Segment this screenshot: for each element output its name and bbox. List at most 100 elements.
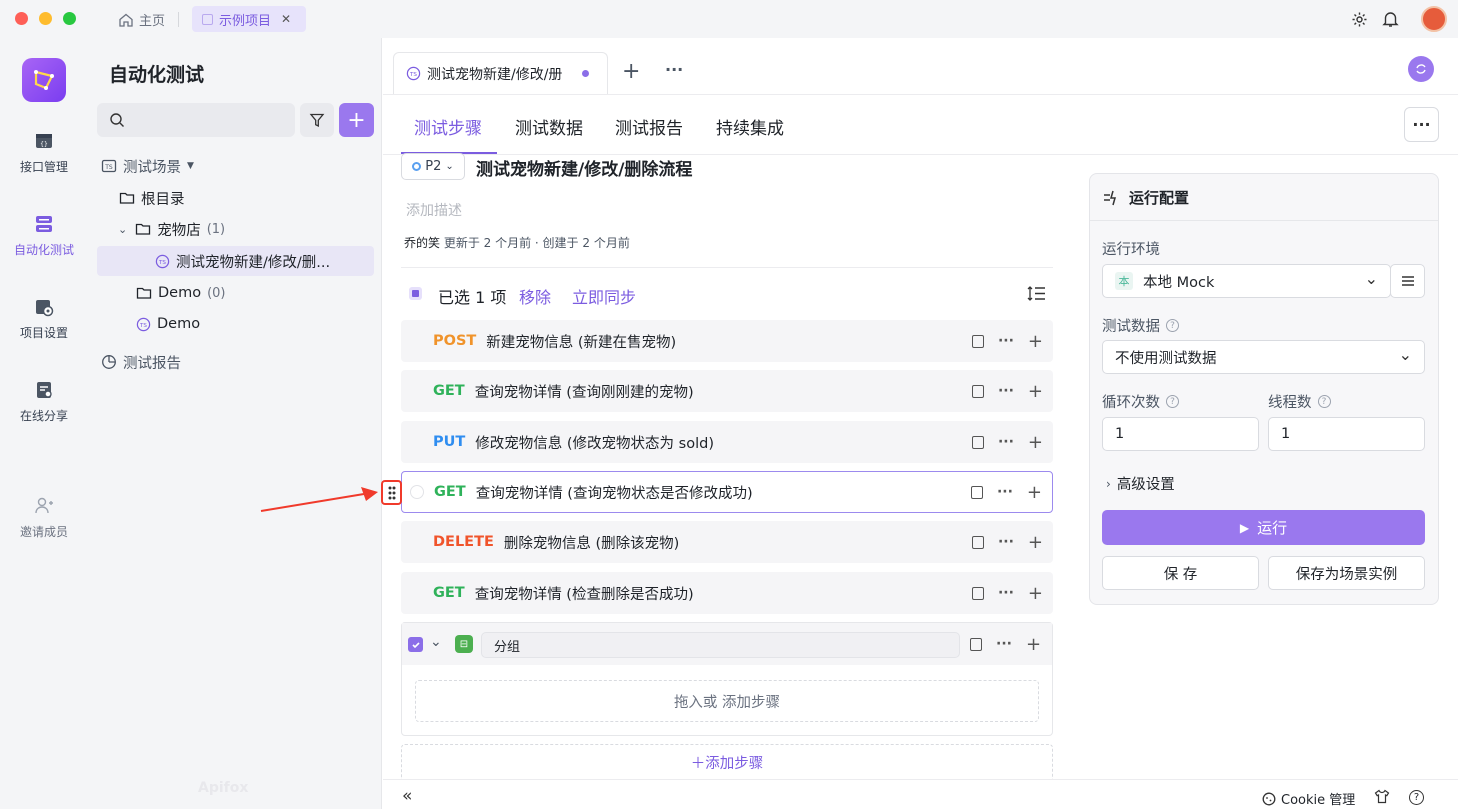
- group-collapse-chevron-icon[interactable]: ⌄: [430, 634, 442, 650]
- add-icon[interactable]: +: [1026, 634, 1041, 655]
- collapse-sidebar-button[interactable]: «: [402, 786, 412, 806]
- home-tab[interactable]: 主页: [118, 9, 165, 30]
- test-data-select[interactable]: 不使用测试数据 ⌄: [1102, 340, 1425, 374]
- env-select[interactable]: 本 本地 Mock ⌄: [1102, 264, 1391, 298]
- tab-test-reports[interactable]: 测试报告: [615, 114, 683, 139]
- step-row[interactable]: GET 查询宠物详情 (查询刚刚建的宠物) ··· +: [401, 370, 1053, 412]
- copy-icon[interactable]: [971, 586, 984, 600]
- group-drop-zone[interactable]: 拖入或 添加步骤: [415, 680, 1039, 722]
- help-icon[interactable]: ?: [1166, 395, 1179, 408]
- close-window-button[interactable]: [15, 12, 28, 25]
- step-row[interactable]: GET 查询宠物详情 (检查删除是否成功) ··· +: [401, 572, 1053, 614]
- rail-item-settings[interactable]: 项目设置: [0, 297, 88, 341]
- tab-test-data[interactable]: 测试数据: [515, 114, 583, 139]
- tree-scenes-header[interactable]: TS 测试场景 ▼: [101, 151, 194, 181]
- advanced-settings-toggle[interactable]: › 高级设置: [1106, 473, 1175, 494]
- data-label: 测试数据: [1102, 319, 1160, 335]
- loop-count-input[interactable]: 1: [1102, 417, 1259, 451]
- petshop-label: 宠物店: [157, 222, 201, 239]
- add-step-button[interactable]: ＋添加步骤: [401, 744, 1053, 780]
- filter-button[interactable]: [300, 103, 334, 137]
- add-icon[interactable]: +: [1027, 482, 1042, 503]
- help-icon[interactable]: ?: [1409, 790, 1424, 805]
- step-row[interactable]: GET 查询宠物详情 (查询宠物状态是否修改成功) ··· +: [401, 471, 1053, 513]
- sort-icon[interactable]: [1027, 285, 1046, 302]
- avatar[interactable]: [1421, 6, 1447, 32]
- step-name: 查询宠物详情 (查询宠物状态是否修改成功): [475, 485, 753, 502]
- rail-item-automation[interactable]: 自动化测试: [0, 214, 88, 258]
- more-icon[interactable]: ···: [998, 383, 1014, 399]
- copy-icon[interactable]: [971, 535, 984, 549]
- rail-item-api[interactable]: {} 接口管理: [0, 131, 88, 175]
- add-icon[interactable]: +: [1028, 583, 1043, 604]
- http-method: GET: [434, 484, 466, 500]
- tree-item-demo[interactable]: TS Demo: [136, 309, 200, 339]
- search-input[interactable]: [97, 103, 295, 137]
- tree-item-selected-scenario[interactable]: TS 测试宠物新建/修改/删...: [155, 246, 330, 276]
- env-value: 本地 Mock: [1143, 274, 1215, 291]
- select-all-checkbox[interactable]: [409, 287, 422, 300]
- add-icon[interactable]: +: [1028, 381, 1043, 402]
- more-icon[interactable]: ···: [997, 484, 1013, 500]
- save-as-instance-button[interactable]: 保存为场景实例: [1268, 556, 1425, 590]
- copy-icon[interactable]: [971, 334, 984, 348]
- tab-ci[interactable]: 持续集成: [716, 114, 784, 139]
- group-name-input[interactable]: 分组: [481, 632, 960, 658]
- more-options-button[interactable]: ···: [1404, 107, 1439, 142]
- tree-item-petshop[interactable]: ⌄ 宠物店 (1): [118, 214, 225, 244]
- add-icon[interactable]: +: [1028, 331, 1043, 352]
- tab-more-button[interactable]: ···: [665, 60, 683, 79]
- gear-icon[interactable]: [1351, 11, 1368, 28]
- scenario-title[interactable]: 测试宠物新建/修改/删除流程: [476, 155, 692, 180]
- add-icon[interactable]: +: [1028, 432, 1043, 453]
- more-icon[interactable]: ···: [998, 434, 1014, 450]
- maximize-window-button[interactable]: [63, 12, 76, 25]
- cookie-icon: [1262, 792, 1276, 805]
- new-tab-button[interactable]: +: [622, 59, 640, 84]
- cookie-manager-button[interactable]: Cookie 管理: [1262, 789, 1355, 808]
- rail-item-invite[interactable]: 邀请成员: [0, 496, 88, 540]
- step-row[interactable]: DELETE 删除宠物信息 (删除该宠物) ··· +: [401, 521, 1053, 563]
- help-icon[interactable]: ?: [1317, 395, 1331, 408]
- step-row[interactable]: PUT 修改宠物信息 (修改宠物状态为 sold) ··· +: [401, 421, 1053, 463]
- minimize-window-button[interactable]: [39, 12, 52, 25]
- test-data-value: 不使用测试数据: [1115, 350, 1217, 367]
- priority-select[interactable]: P2 ⌄: [401, 153, 465, 180]
- group-checkbox[interactable]: [408, 637, 423, 652]
- copy-icon[interactable]: [971, 384, 984, 398]
- description-field[interactable]: 添加描述: [406, 200, 462, 220]
- copy-icon[interactable]: [970, 485, 983, 499]
- scenario-doc-tab[interactable]: TS 测试宠物新建/修改/册: [393, 52, 608, 94]
- step-row[interactable]: POST 新建宠物信息 (新建在售宠物) ··· +: [401, 320, 1053, 362]
- sync-circle-button[interactable]: [1408, 56, 1434, 82]
- priority-value: P2: [425, 159, 442, 174]
- env-manage-button[interactable]: [1390, 264, 1425, 298]
- add-icon[interactable]: +: [1028, 532, 1043, 553]
- remove-button[interactable]: 移除: [519, 284, 551, 308]
- bell-icon[interactable]: [1382, 10, 1399, 28]
- step-checkbox[interactable]: [410, 485, 424, 499]
- more-icon[interactable]: ···: [998, 585, 1014, 601]
- tree-item-root[interactable]: 根目录: [119, 183, 185, 213]
- shirt-icon[interactable]: [1374, 789, 1390, 804]
- tree-reports[interactable]: 测试报告: [101, 347, 181, 377]
- run-button[interactable]: ▶ 运行: [1102, 510, 1425, 545]
- thread-count-input[interactable]: 1: [1268, 417, 1425, 451]
- drag-handle[interactable]: [381, 480, 402, 505]
- save-button[interactable]: 保 存: [1102, 556, 1259, 590]
- folder-icon: [136, 287, 152, 299]
- tab-test-steps[interactable]: 测试步骤: [414, 114, 482, 139]
- sync-now-button[interactable]: 立即同步: [572, 284, 636, 308]
- rail-item-share[interactable]: 在线分享: [0, 380, 88, 424]
- more-icon[interactable]: ···: [996, 636, 1012, 652]
- copy-icon[interactable]: [971, 435, 984, 449]
- tree-item-demo-folder[interactable]: Demo (0): [136, 278, 226, 308]
- copy-icon[interactable]: [970, 637, 982, 651]
- tab-divider: [178, 12, 179, 27]
- more-icon[interactable]: ···: [998, 534, 1014, 550]
- more-icon[interactable]: ···: [998, 333, 1014, 349]
- close-tab-icon[interactable]: ✕: [281, 12, 291, 26]
- help-icon[interactable]: ?: [1166, 319, 1179, 332]
- add-scenario-button[interactable]: +: [339, 103, 374, 137]
- project-tab[interactable]: 示例项目 ✕: [192, 6, 306, 32]
